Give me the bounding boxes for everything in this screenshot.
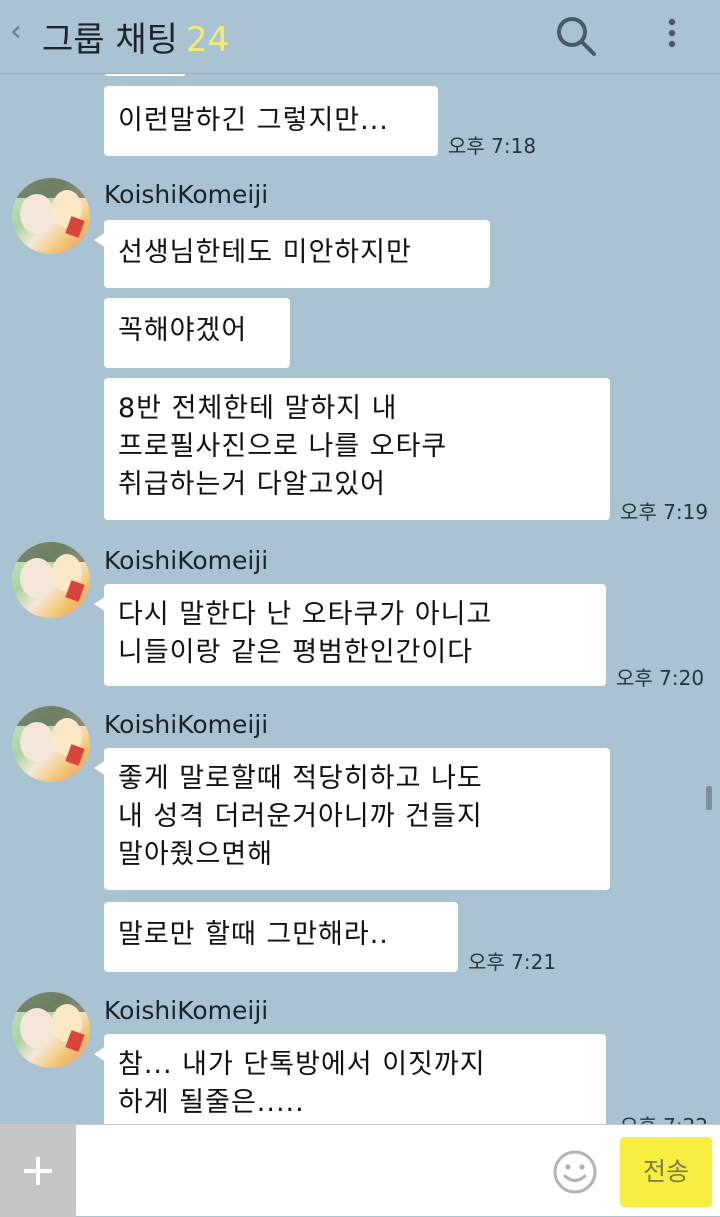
message-bubble[interactable]: 선생님한테도 미안하지만 [94, 220, 490, 288]
message-bubble[interactable]: 꼭해야겠어 [104, 298, 290, 368]
message-text: 취급하는거 다알고있어 [118, 469, 386, 500]
sender-name: KoishiKomeiji [104, 710, 269, 739]
message-time: 오후 7:19 [620, 500, 709, 524]
message-time: 오후 7:21 [468, 950, 557, 974]
message-bubble[interactable]: 8반 전체한테 말하지 내 프로필사진으로 나를 오타쿠 취급하는거 다알고있어 [104, 378, 610, 520]
avatar[interactable] [12, 992, 90, 1068]
search-icon[interactable] [552, 12, 600, 60]
message-time: 오후 7:20 [616, 666, 705, 690]
chat-header: ‹ 그룹 채팅 24 [0, 0, 720, 74]
message-text: 좋게 말로할때 적당히하고 나도 [118, 763, 483, 794]
back-chevron-icon[interactable]: ‹ [10, 14, 22, 49]
chat-title-text: 그룹 채팅 [42, 20, 178, 60]
message-input[interactable] [80, 1133, 544, 1211]
message-text: 말로만 할때 그만해라.. [118, 919, 389, 950]
message-text: 8반 전체한테 말하지 내 [118, 393, 398, 424]
sender-name: KoishiKomeiji [104, 996, 269, 1025]
message-text: 참... 내가 단톡방에서 이짓까지 [118, 1049, 486, 1080]
message-text: 말아줬으면해 [118, 839, 274, 870]
sender-name: KoishiKomeiji [104, 546, 269, 575]
message-text: 이런말하긴 그렇지만... [118, 105, 389, 136]
avatar[interactable] [12, 178, 90, 254]
emoji-icon[interactable] [552, 1149, 598, 1195]
message-bubble[interactable]: 다시 말한다 난 오타쿠가 아니고 니들이랑 같은 평범한인간이다 [94, 584, 606, 686]
avatar[interactable] [12, 542, 90, 618]
scrollbar-thumb[interactable] [706, 786, 712, 810]
message-text: 다시 말한다 난 오타쿠가 아니고 [118, 599, 493, 630]
message-text: 하게 될줄은..... [118, 1087, 305, 1118]
message-text: 니들이랑 같은 평범한인간이다 [118, 637, 474, 668]
message-bubble-clipped [104, 74, 186, 76]
plus-icon [24, 1157, 52, 1185]
member-count: 24 [185, 20, 230, 60]
message-bubble[interactable]: 말로만 할때 그만해라.. [104, 902, 458, 972]
message-text: 꼭해야겠어 [118, 315, 248, 346]
send-button[interactable]: 전송 [620, 1137, 712, 1207]
message-text: 내 성격 더러운거아니까 건들지 [118, 801, 483, 832]
chat-title: 그룹 채팅 24 [42, 12, 229, 61]
sender-name: KoishiKomeiji [104, 180, 269, 209]
attach-plus-button[interactable] [0, 1125, 76, 1217]
message-input-bar: 전송 [0, 1124, 720, 1217]
message-time: 오후 7:22 [620, 1110, 708, 1124]
message-time: 오후 7:18 [448, 134, 537, 158]
message-text: 프로필사진으로 나를 오타쿠 [118, 431, 448, 462]
more-menu-icon[interactable] [660, 12, 684, 60]
message-bubble[interactable]: 이런말하긴 그렇지만... [104, 86, 438, 156]
message-bubble[interactable]: 좋게 말로할때 적당히하고 나도 내 성격 더러운거아니까 건들지 말아줬으면해 [94, 748, 610, 890]
message-bubble[interactable]: 참... 내가 단톡방에서 이짓까지 하게 될줄은..... [94, 1034, 606, 1124]
avatar[interactable] [12, 706, 90, 782]
chat-message-list[interactable]: 이런말하긴 그렇지만... 오후 7:18 KoishiKomeiji 선생님한… [0, 74, 720, 1124]
message-text: 선생님한테도 미안하지만 [118, 237, 412, 268]
